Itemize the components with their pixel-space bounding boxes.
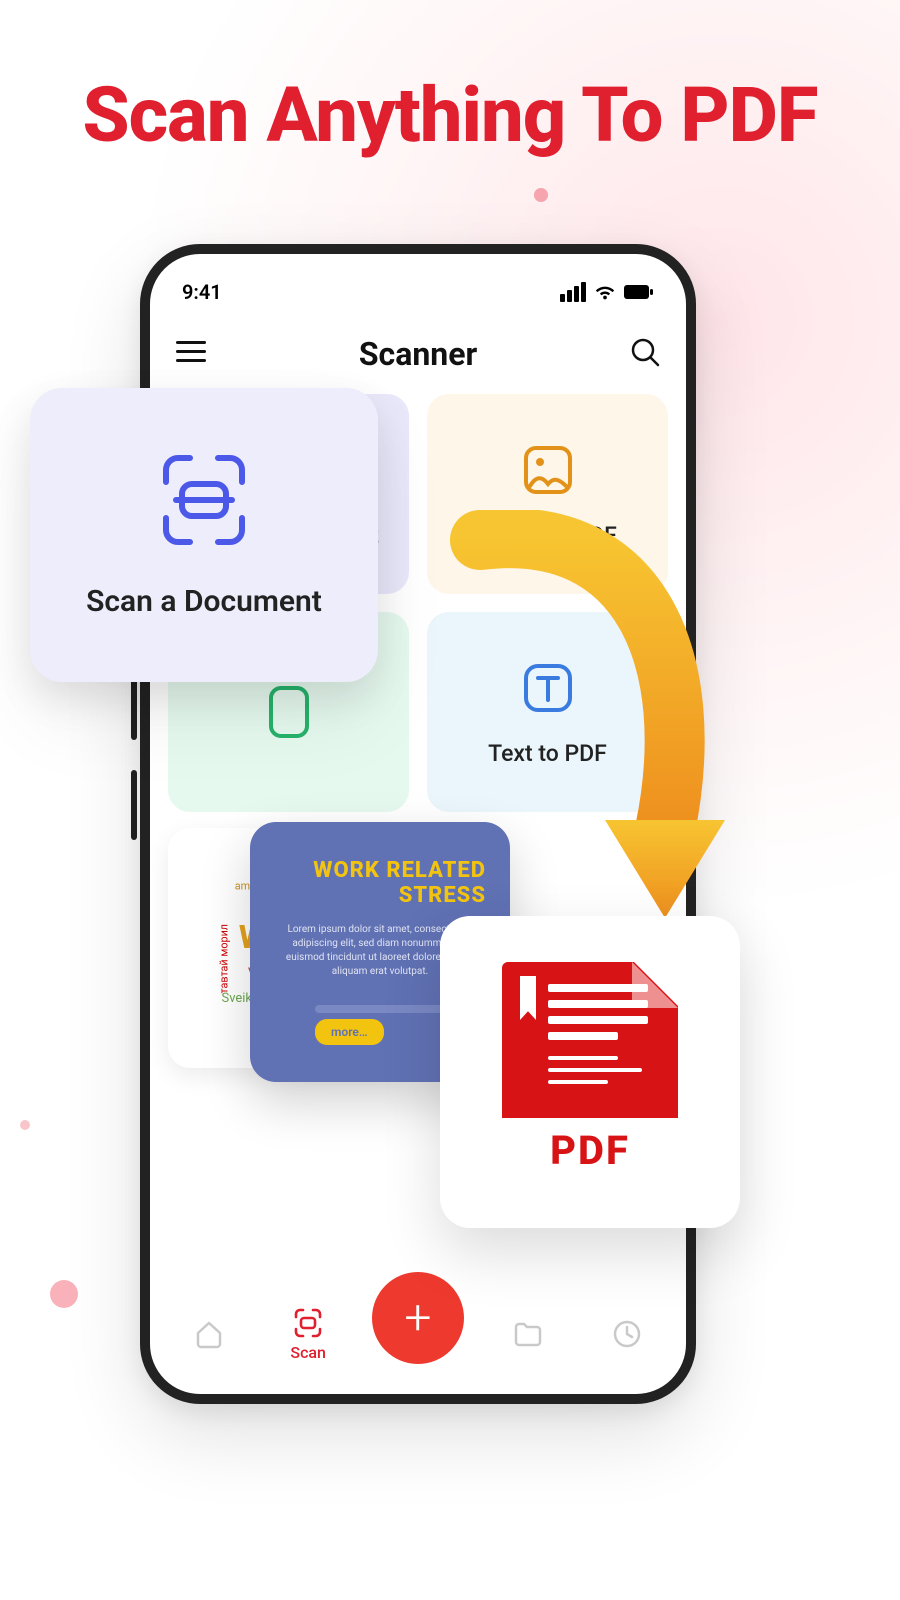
pdf-label: PDF [502,1127,678,1174]
highlight-scan-label: Scan a Document [86,584,322,619]
nav-scan-label: Scan [290,1343,326,1362]
phone-side-button [131,770,137,840]
nav-home[interactable] [174,1318,244,1350]
nav-files[interactable] [493,1318,563,1350]
nav-scan[interactable]: Scan [273,1307,343,1362]
status-time: 9:41 [182,280,222,304]
battery-icon [624,284,654,300]
text-icon [518,658,578,718]
scan-nav-icon [292,1307,324,1339]
stress-more: more… [315,1019,384,1045]
decor-dot [50,1280,78,1308]
app-header: Scanner [150,324,686,384]
stress-title: WORK RELATED STRESS [274,858,486,909]
clock-icon [611,1318,643,1350]
folder-icon [512,1318,544,1350]
card-text-label: Text to PDF [488,740,607,767]
scan-icon [156,452,252,548]
pdf-file-icon: PDF [502,962,678,1182]
nav-history[interactable] [592,1318,662,1350]
promo-headline: Scan Anything To PDF [0,70,900,160]
float-card-pdf: PDF [440,916,740,1228]
status-icons [560,282,654,302]
decor-dot [20,1120,30,1130]
card-image-to-pdf[interactable]: Image to PDF [427,394,668,594]
card-image-label: Image to PDF [478,522,617,549]
signal-icon [560,282,586,302]
plus-icon: + [404,1294,431,1342]
image-icon [518,440,578,500]
menu-button[interactable] [176,341,206,367]
card-text-to-pdf[interactable]: Text to PDF [427,612,668,812]
search-button[interactable] [630,337,660,371]
document-icon [259,682,319,742]
app-title: Scanner [359,335,477,373]
highlight-scan-card[interactable]: Scan a Document [30,388,378,682]
wifi-icon [594,283,616,301]
decor-dot [534,188,548,202]
svg-text:тавтай морил: тавтай морил [218,924,231,994]
fab-add[interactable]: + [372,1272,464,1364]
home-icon [193,1318,225,1350]
bottom-nav: Scan + [150,1274,686,1394]
status-bar: 9:41 [150,272,686,312]
